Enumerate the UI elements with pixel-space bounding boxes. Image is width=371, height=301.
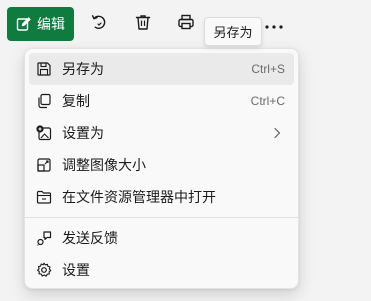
menu-item-label: 在文件资源管理器中打开 xyxy=(62,190,216,206)
edit-button-label: 编辑 xyxy=(37,17,65,33)
delete-button[interactable] xyxy=(126,7,160,41)
menu-separator xyxy=(25,217,298,218)
open-folder-icon xyxy=(36,189,52,205)
print-icon xyxy=(177,13,195,35)
copy-icon xyxy=(36,93,52,109)
menu-item-copy[interactable]: 复制 Ctrl+C xyxy=(29,85,294,117)
menu-item-label: 设置为 xyxy=(62,126,104,142)
toolbar: 编辑 xyxy=(0,0,371,46)
rotate-button[interactable] xyxy=(82,7,116,41)
menu-item-open-in-explorer[interactable]: 在文件资源管理器中打开 xyxy=(29,181,294,213)
save-icon xyxy=(36,61,52,77)
menu-item-shortcut: Ctrl+C xyxy=(250,94,285,108)
edit-icon xyxy=(16,16,32,32)
delete-icon xyxy=(134,13,152,35)
rotate-icon xyxy=(90,13,108,35)
menu-item-set-as[interactable]: 设置为 xyxy=(29,117,294,149)
settings-icon xyxy=(36,262,52,278)
menu-item-settings[interactable]: 设置 xyxy=(29,254,294,286)
more-button[interactable] xyxy=(257,7,291,41)
resize-image-icon xyxy=(36,157,52,173)
set-as-icon xyxy=(36,125,52,141)
print-button[interactable] xyxy=(169,7,203,41)
menu-item-send-feedback[interactable]: 发送反馈 xyxy=(29,222,294,254)
menu-item-label: 另存为 xyxy=(62,62,104,78)
more-icon xyxy=(264,15,284,34)
chevron-right-icon xyxy=(273,127,281,143)
menu-item-label: 调整图像大小 xyxy=(62,158,146,174)
feedback-icon xyxy=(36,230,52,246)
menu-item-resize-image[interactable]: 调整图像大小 xyxy=(29,149,294,181)
tooltip: 另存为 xyxy=(204,17,262,46)
tooltip-text: 另存为 xyxy=(213,26,253,41)
menu-item-save-as[interactable]: 另存为 Ctrl+S xyxy=(29,53,294,85)
menu-item-label: 复制 xyxy=(62,94,90,110)
menu-item-shortcut: Ctrl+S xyxy=(251,62,285,76)
menu-item-label: 发送反馈 xyxy=(62,231,118,247)
edit-button[interactable]: 编辑 xyxy=(7,7,74,41)
menu-item-label: 设置 xyxy=(62,263,90,279)
context-menu: 另存为 Ctrl+S 复制 Ctrl+C 设置为 调整图像大小 在文件资源管理器… xyxy=(24,48,299,289)
